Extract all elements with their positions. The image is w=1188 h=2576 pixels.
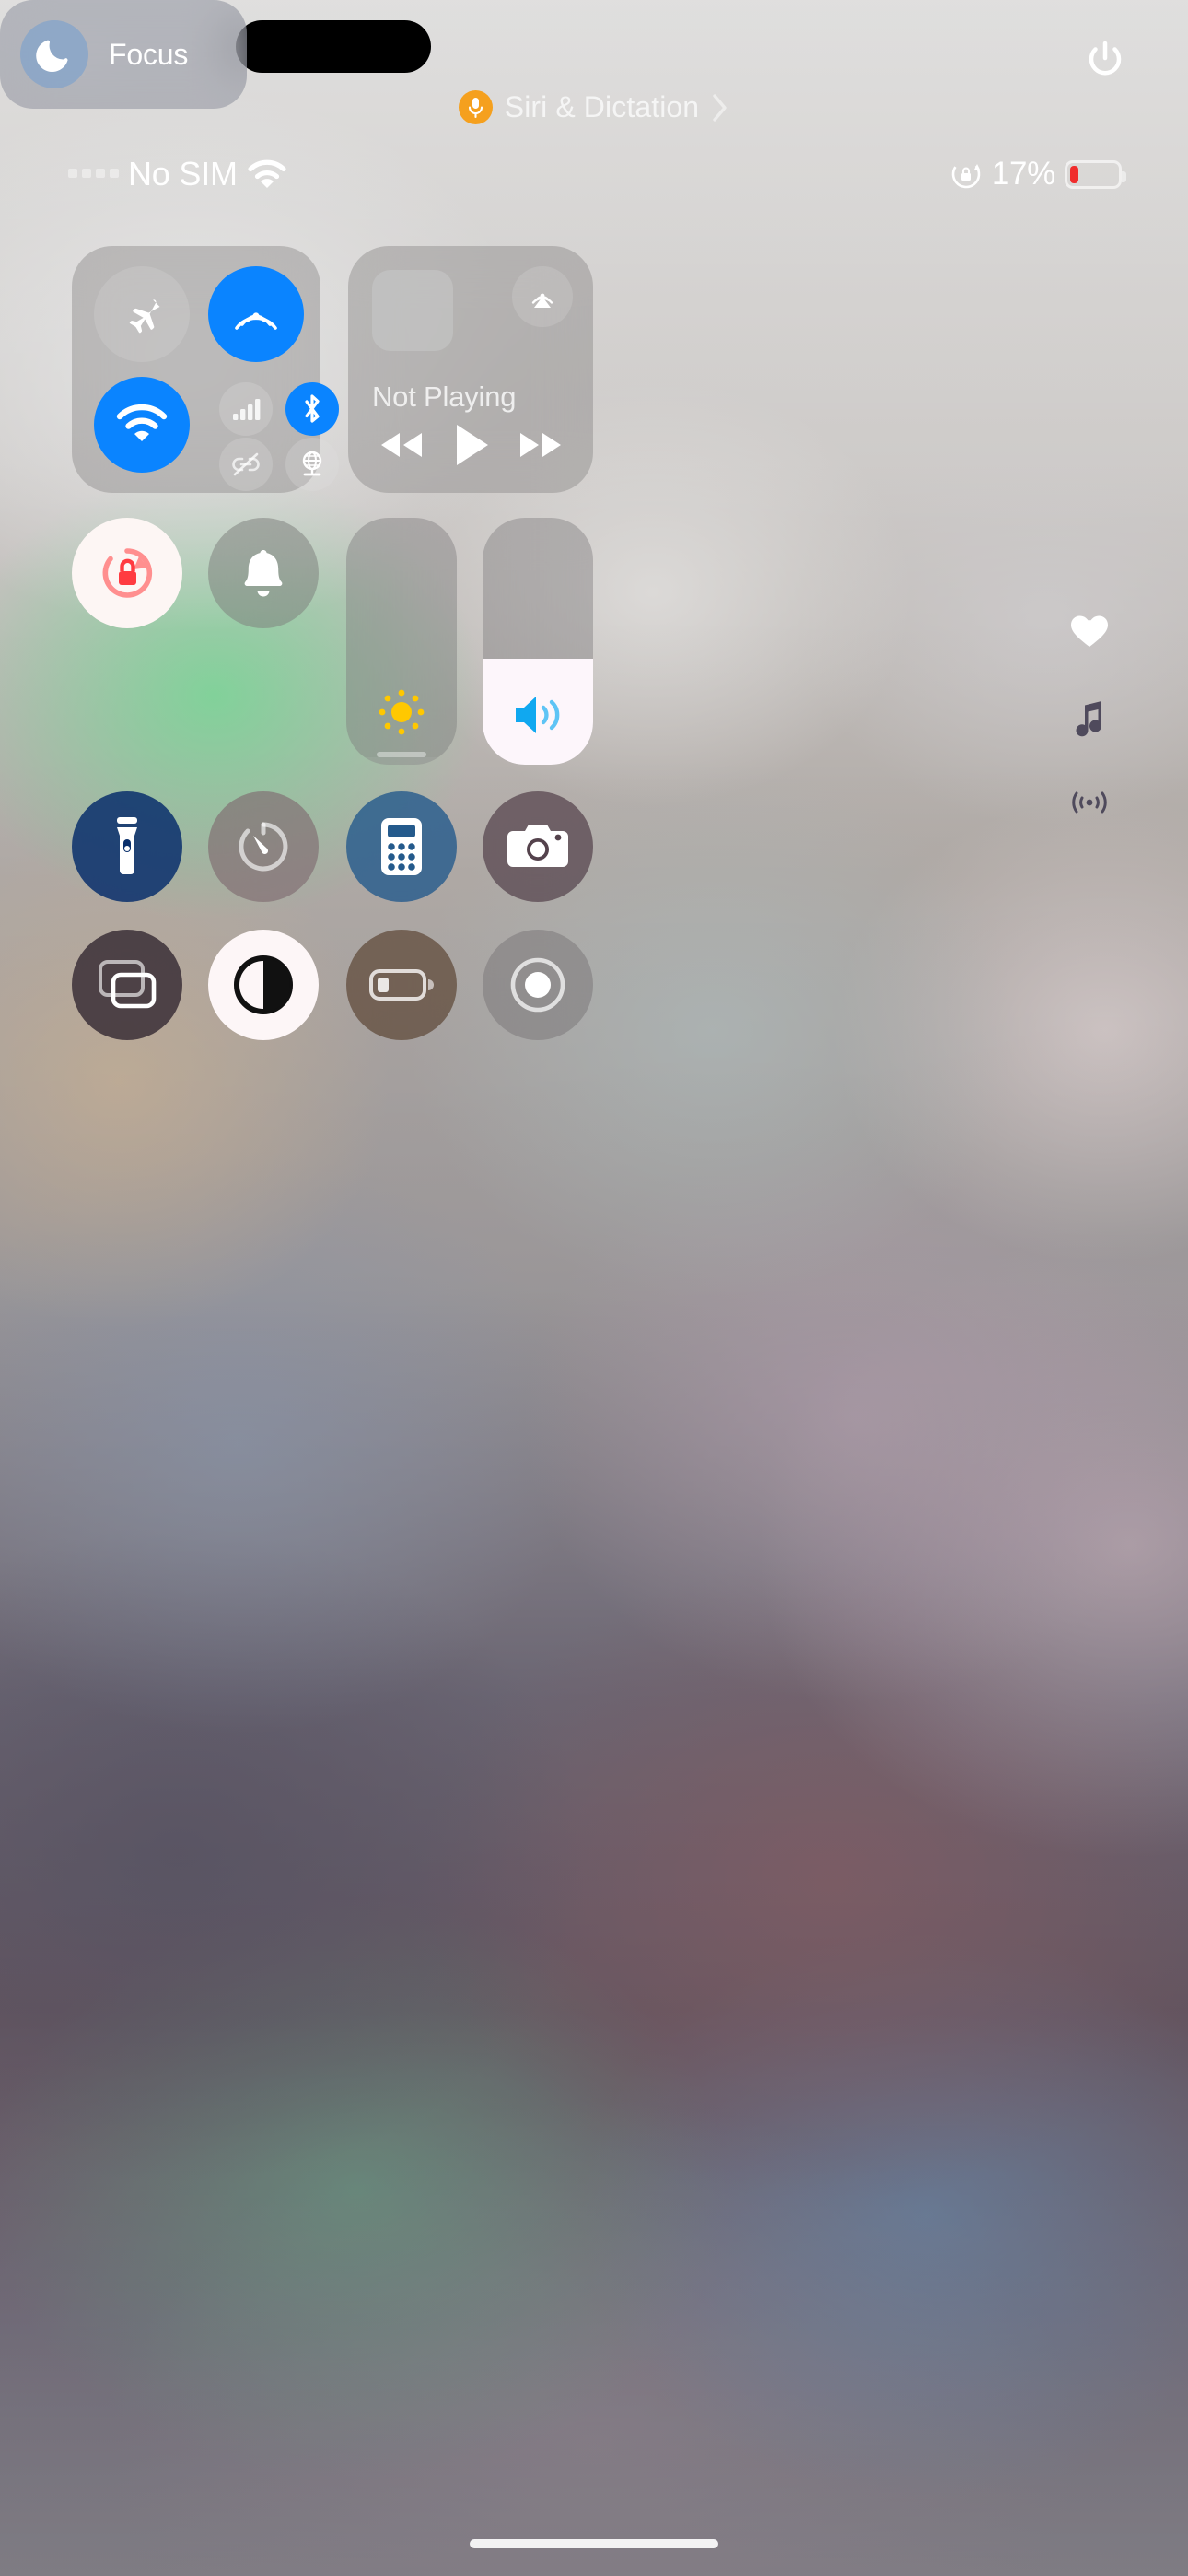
wifi-icon xyxy=(116,404,168,445)
timer-button[interactable] xyxy=(208,791,319,902)
bluetooth-toggle[interactable] xyxy=(285,382,339,436)
now-playing-status: Not Playing xyxy=(372,381,517,413)
calculator-button[interactable] xyxy=(346,791,457,902)
contrast-circle-icon xyxy=(234,955,293,1014)
speaker-wave-icon xyxy=(508,689,567,741)
vpn-toggle[interactable] xyxy=(285,438,339,491)
airplane-mode-toggle[interactable] xyxy=(94,266,190,362)
moon-icon xyxy=(20,20,88,88)
album-art-placeholder xyxy=(372,270,453,351)
connectivity-module[interactable] xyxy=(72,246,339,493)
brightness-fill xyxy=(346,756,457,765)
cellular-bars-icon xyxy=(231,397,261,421)
volume-slider[interactable] xyxy=(483,518,593,765)
low-power-mode-button[interactable] xyxy=(346,930,457,1040)
bluetooth-icon xyxy=(300,393,324,425)
dark-mode-button[interactable] xyxy=(208,930,319,1040)
home-indicator xyxy=(470,2539,718,2548)
timer-icon xyxy=(239,822,288,872)
airplay-icon[interactable] xyxy=(512,266,573,327)
fast-forward-button[interactable] xyxy=(507,419,574,471)
airplane-icon xyxy=(118,290,166,338)
airdrop-toggle[interactable] xyxy=(208,266,304,362)
rotation-lock-toggle[interactable] xyxy=(72,518,182,628)
focus-label: Focus xyxy=(109,37,189,71)
media-transport-controls xyxy=(348,419,593,471)
camera-icon xyxy=(507,825,568,867)
rotation-lock-icon xyxy=(93,539,161,607)
favorites-icon[interactable] xyxy=(1061,603,1118,660)
broadcast-icon[interactable] xyxy=(1061,772,1118,829)
camera-button[interactable] xyxy=(483,791,593,902)
play-button[interactable] xyxy=(437,419,504,471)
brightness-track-notch xyxy=(377,752,426,757)
screen-record-button[interactable] xyxy=(483,930,593,1040)
rewind-button[interactable] xyxy=(368,419,435,471)
media-player-module[interactable]: Not Playing xyxy=(348,246,593,493)
calculator-icon xyxy=(381,818,422,875)
pip-icon xyxy=(99,960,157,1009)
music-note-icon[interactable] xyxy=(1061,689,1118,746)
focus-module[interactable]: Focus xyxy=(0,0,247,109)
picture-in-picture-button[interactable] xyxy=(72,930,182,1040)
link-slash-icon xyxy=(230,451,262,477)
battery-icon xyxy=(369,969,434,1001)
personal-hotspot-toggle[interactable] xyxy=(219,438,273,491)
ringer-toggle[interactable] xyxy=(208,518,319,628)
bell-icon xyxy=(237,544,290,602)
sun-icon xyxy=(373,684,430,741)
brightness-slider[interactable] xyxy=(346,518,457,765)
globe-network-icon xyxy=(297,450,327,479)
flashlight-icon xyxy=(117,817,137,874)
control-center: Not Playing Focus xyxy=(0,0,1188,2576)
airdrop-icon xyxy=(231,289,281,339)
record-icon xyxy=(510,957,565,1013)
flashlight-button[interactable] xyxy=(72,791,182,902)
wifi-toggle[interactable] xyxy=(94,377,190,473)
cellular-data-toggle[interactable] xyxy=(219,382,273,436)
